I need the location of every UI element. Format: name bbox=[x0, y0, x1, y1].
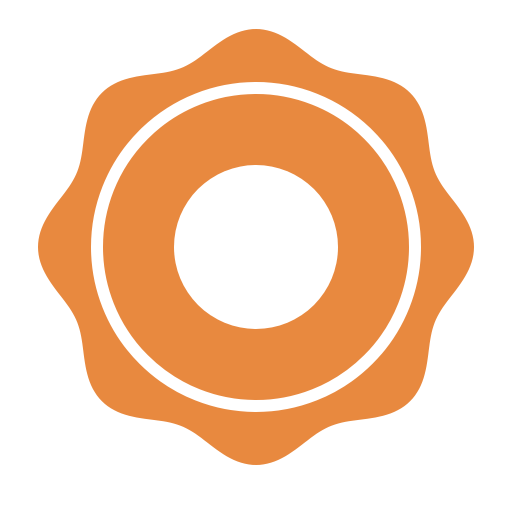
badge-center-hole bbox=[174, 165, 338, 329]
icon-canvas bbox=[0, 0, 512, 512]
scalloped-ring-badge-icon bbox=[38, 29, 474, 465]
